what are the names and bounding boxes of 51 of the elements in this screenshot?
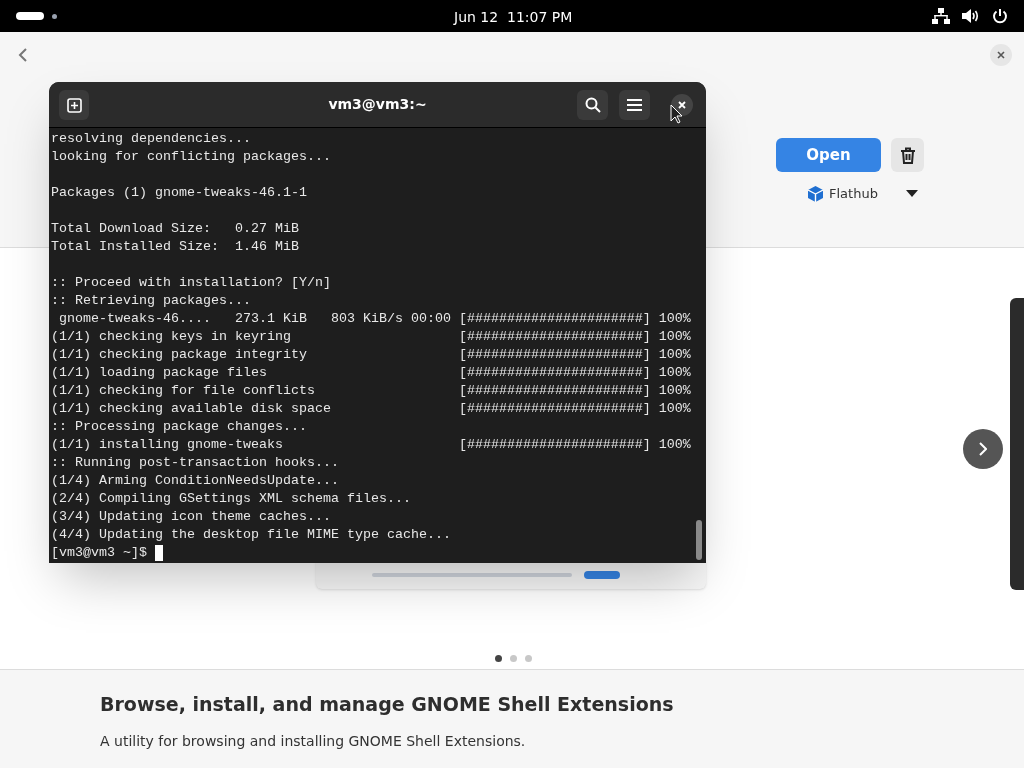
search-button[interactable] <box>577 90 608 120</box>
terminal-line: (1/1) loading package files [######################] 100% <box>51 364 691 382</box>
clock[interactable]: Jun 12 11:07 PM <box>454 7 573 28</box>
shell-prompt: [vm3@vm3 ~]$ <box>51 544 148 562</box>
close-icon <box>997 51 1005 59</box>
power-icon[interactable] <box>992 8 1008 24</box>
trash-icon <box>899 146 916 164</box>
delete-button[interactable] <box>891 138 924 172</box>
terminal-line: :: Proceed with installation? [Y/n] <box>51 274 331 292</box>
terminal-line: Total Download Size: 0.27 MiB <box>51 220 299 238</box>
new-tab-button[interactable] <box>59 90 89 120</box>
next-button[interactable] <box>963 429 1003 469</box>
terminal-line: Total Installed Size: 1.46 MiB <box>51 238 299 256</box>
terminal-line: (1/1) checking package integrity [######################] 100% <box>51 346 691 364</box>
chevron-right-icon <box>979 442 987 456</box>
terminal-line: (1/1) installing gnome-tweaks [######################] 100% <box>51 436 691 454</box>
terminal-line: (1/4) Arming ConditionNeedsUpdate... <box>51 472 339 490</box>
terminal-line: :: Retrieving packages... <box>51 292 251 310</box>
terminal-line: gnome-tweaks-46.... 273.1 KiB 803 KiB/s 00:00 [######################] 100% <box>58 310 691 328</box>
volume-icon[interactable] <box>962 8 980 24</box>
open-button[interactable]: Open <box>776 138 881 172</box>
new-tab-icon <box>66 97 82 113</box>
pointer-icon <box>670 104 682 124</box>
terminal-line: :: Processing package changes... <box>51 418 307 436</box>
terminal-line: (1/1) checking available disk space [######################] 100% <box>51 400 691 418</box>
terminal-line: (4/4) Updating the desktop file MIME type cache... <box>51 526 451 544</box>
source-label: Flathub <box>829 185 878 203</box>
app-summary: A utility for browsing and installing GNOME Shell Extensions. <box>100 731 527 751</box>
scrollbar-thumb[interactable] <box>696 520 702 560</box>
menu-icon <box>627 99 642 111</box>
menu-button[interactable] <box>619 90 650 120</box>
search-icon <box>584 97 601 113</box>
workspace-indicator[interactable] <box>16 12 44 20</box>
dropdown-icon[interactable] <box>906 190 918 198</box>
terminal-line: (1/1) checking keys in keyring [######################] 100% <box>51 328 691 346</box>
text-cursor <box>155 545 163 561</box>
terminal-line: resolving dependencies... <box>51 130 251 148</box>
terminal-line: :: Running post-transaction hooks... <box>51 454 339 472</box>
close-icon <box>678 101 686 109</box>
app-title: Browse, install, and manage GNOME Shell Extensions <box>100 692 675 717</box>
network-icon[interactable] <box>932 8 950 24</box>
back-icon[interactable] <box>18 47 28 63</box>
terminal-line: looking for conflicting packages... <box>51 148 331 166</box>
terminal-line: Packages (1) gnome-tweaks-46.1-1 <box>51 184 307 202</box>
window-title: vm3@vm3:~ <box>328 95 427 114</box>
cube-icon <box>808 185 823 202</box>
close-button[interactable] <box>990 44 1012 66</box>
terminal-line: (3/4) Updating icon theme caches... <box>51 508 331 526</box>
terminal-line: (1/1) checking for file conflicts [######################] 100% <box>51 382 691 400</box>
workspace-indicator[interactable] <box>52 13 57 19</box>
terminal-line: (2/4) Compiling GSettings XML schema files... <box>51 490 411 508</box>
